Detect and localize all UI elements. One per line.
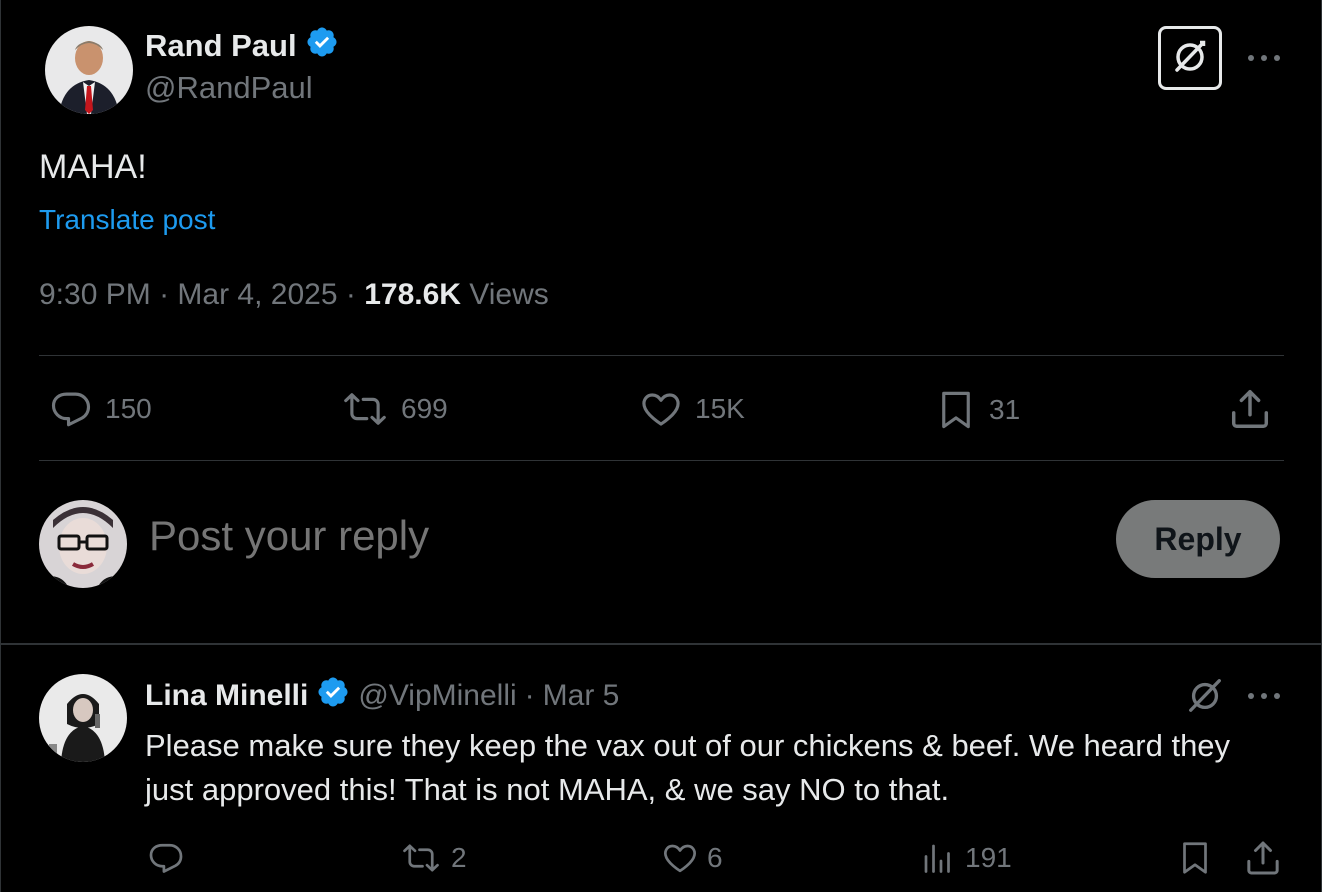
- bookmark-count: 31: [989, 394, 1021, 425]
- divider: [39, 460, 1284, 461]
- more-icon: [1246, 49, 1282, 67]
- reply-action[interactable]: 150: [49, 388, 152, 430]
- reply-button[interactable]: Reply: [1116, 500, 1280, 578]
- reply-author-handle[interactable]: @VipMinelli: [358, 679, 516, 713]
- like-action[interactable]: 6: [661, 840, 723, 876]
- reply-author-avatar[interactable]: [39, 674, 127, 762]
- share-action[interactable]: [1227, 386, 1273, 432]
- post-detail-page: Rand Paul @RandPaul MAHA! Translate post…: [0, 0, 1322, 892]
- views-icon: [919, 840, 957, 876]
- reply-text: Please make sure they keep the vax out o…: [145, 728, 1231, 807]
- bookmark-icon: [935, 388, 977, 432]
- share-icon: [1227, 386, 1273, 432]
- reply-header: Lina Minelli @VipMinelli · Mar 5: [145, 676, 619, 716]
- more-button[interactable]: [1241, 678, 1287, 714]
- author-avatar[interactable]: [45, 26, 133, 114]
- grok-button[interactable]: [1158, 26, 1222, 90]
- more-button[interactable]: [1241, 40, 1287, 76]
- post-meta: 9:30 PM · Mar 4, 2025 · 178.6K Views: [39, 278, 549, 312]
- reply-date[interactable]: Mar 5: [543, 679, 620, 713]
- views-count: 191: [965, 842, 1012, 873]
- repost-icon: [341, 388, 389, 430]
- section-divider: [1, 643, 1322, 645]
- author-name[interactable]: Rand Paul: [145, 28, 297, 64]
- divider: [39, 355, 1284, 356]
- post-date[interactable]: Mar 4, 2025: [177, 278, 337, 311]
- like-icon: [661, 840, 699, 876]
- post-text: MAHA!: [39, 148, 147, 186]
- like-action[interactable]: 15K: [639, 388, 745, 430]
- views-label: Views: [469, 278, 549, 311]
- meta-separator: ·: [159, 278, 170, 311]
- bookmark-icon: [1177, 838, 1213, 878]
- bookmark-action[interactable]: 31: [935, 388, 1020, 432]
- reply-author-name[interactable]: Lina Minelli: [145, 679, 308, 713]
- author-name-row[interactable]: Rand Paul: [145, 26, 339, 66]
- verified-badge-icon: [316, 675, 350, 717]
- translate-post-link[interactable]: Translate post: [39, 204, 215, 236]
- repost-action[interactable]: 699: [341, 388, 448, 430]
- reply-action[interactable]: [147, 840, 197, 876]
- reply-input[interactable]: [149, 512, 1049, 560]
- repost-count: 2: [451, 842, 467, 873]
- like-count: 6: [707, 842, 723, 873]
- verified-badge-icon: [305, 25, 339, 67]
- reply-count: 150: [105, 393, 152, 424]
- repost-icon: [399, 840, 443, 876]
- share-icon: [1243, 838, 1283, 878]
- share-action[interactable]: [1243, 838, 1283, 878]
- grok-icon: [1185, 675, 1225, 720]
- bookmark-action[interactable]: [1177, 838, 1213, 878]
- grok-button[interactable]: [1184, 676, 1226, 718]
- like-count: 15K: [695, 393, 745, 424]
- views-count[interactable]: 178.6K: [364, 278, 461, 311]
- meta-separator: ·: [345, 278, 356, 311]
- author-handle[interactable]: @RandPaul: [145, 70, 313, 106]
- more-icon: [1246, 687, 1282, 705]
- current-user-avatar[interactable]: [39, 500, 127, 588]
- reply-icon: [147, 840, 185, 876]
- repost-count: 699: [401, 393, 448, 424]
- views-action[interactable]: 191: [919, 840, 1012, 876]
- grok-icon: [1169, 35, 1211, 82]
- repost-action[interactable]: 2: [399, 840, 467, 876]
- post-time[interactable]: 9:30 PM: [39, 278, 151, 311]
- meta-separator: ·: [524, 679, 535, 712]
- like-icon: [639, 388, 683, 430]
- reply-icon: [49, 388, 93, 430]
